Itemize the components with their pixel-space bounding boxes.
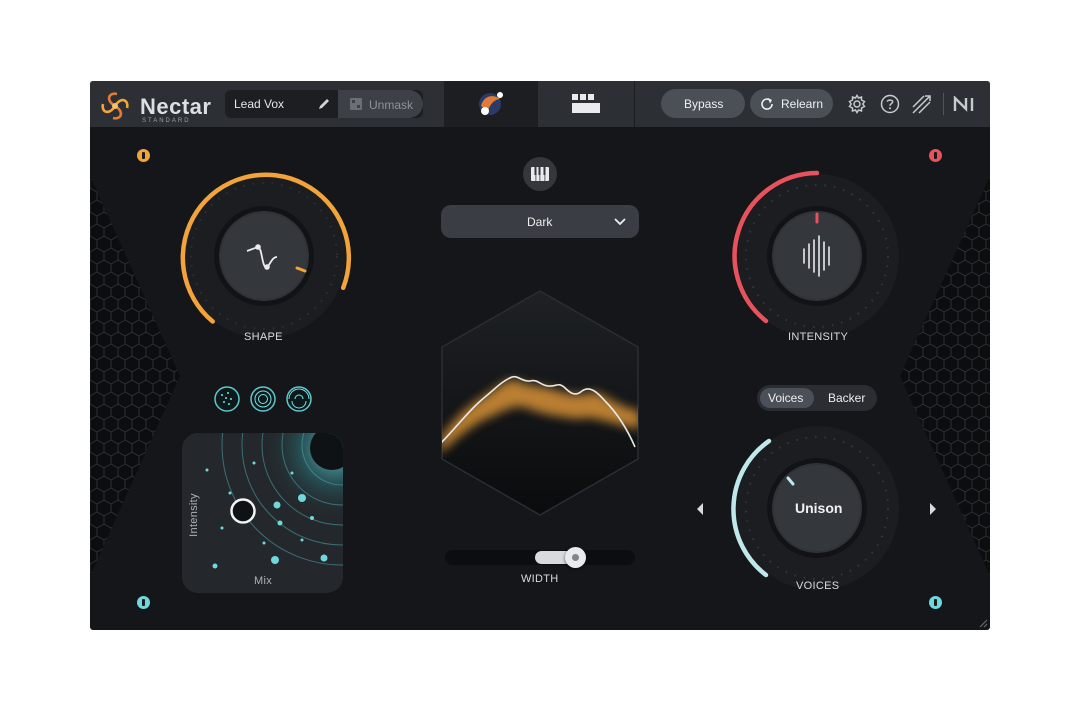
tab-mixer[interactable] xyxy=(537,81,635,127)
midi-icon[interactable] xyxy=(910,93,934,115)
unmask-icon xyxy=(350,98,362,110)
voices-label: VOICES xyxy=(796,580,840,592)
chevron-down-icon xyxy=(614,218,626,226)
refresh-icon xyxy=(761,98,773,110)
voices-value: Unison xyxy=(795,500,843,516)
app-name: Nectar xyxy=(140,94,212,119)
shape-meter-button[interactable] xyxy=(137,149,150,162)
intensity-meter-button[interactable] xyxy=(929,149,942,162)
ni-logo-icon[interactable] xyxy=(953,96,979,112)
xy-pad-visual xyxy=(182,433,343,593)
chevron-right-icon[interactable] xyxy=(928,502,938,516)
resize-grip-icon[interactable] xyxy=(978,618,988,628)
xy-x-label: Mix xyxy=(254,575,273,587)
preset-name[interactable]: Lead Vox xyxy=(234,97,284,111)
shape-label: SHAPE xyxy=(244,331,283,343)
shape-knob[interactable] xyxy=(169,161,359,351)
tab-main[interactable] xyxy=(444,81,537,127)
piano-icon[interactable] xyxy=(522,156,558,192)
app-edition: STANDARD xyxy=(142,118,191,124)
relearn-button[interactable]: Relearn xyxy=(750,89,833,118)
unmask-button[interactable]: Unmask xyxy=(338,90,423,118)
mix-meter-button[interactable] xyxy=(137,596,150,609)
preset-dot-1[interactable] xyxy=(213,385,241,413)
nectar-logo: Nectar STANDARD xyxy=(96,87,216,124)
unmask-label: Unmask xyxy=(369,98,414,112)
style-selected: Dark xyxy=(527,215,553,229)
mixer-grid-icon xyxy=(572,94,600,113)
intensity-knob[interactable] xyxy=(722,161,912,351)
question-icon[interactable] xyxy=(880,94,900,114)
tab-backer[interactable]: Backer xyxy=(828,391,865,405)
tab-voices[interactable]: Voices xyxy=(768,391,803,405)
bypass-button[interactable]: Bypass xyxy=(661,89,745,118)
output-meter-button[interactable] xyxy=(929,596,942,609)
intensity-label: INTENSITY xyxy=(788,331,849,343)
nectar-orb-icon xyxy=(479,92,503,115)
bypass-label: Bypass xyxy=(684,97,724,111)
spectrum-hexagon xyxy=(441,290,639,516)
preset-selector[interactable]: Lead Vox Unmask xyxy=(225,90,423,118)
chevron-left-icon[interactable] xyxy=(695,502,705,516)
width-slider-handle[interactable] xyxy=(565,547,586,568)
width-label: WIDTH xyxy=(521,573,559,585)
gear-icon[interactable] xyxy=(847,94,867,114)
pencil-icon[interactable] xyxy=(317,97,331,111)
nectar-plugin-window: Nectar STANDARD Lead Vox Unmask Bypass R… xyxy=(90,81,990,630)
toolbar-divider xyxy=(943,93,944,115)
voices-mode-toggle[interactable]: Voices Backer xyxy=(757,385,877,411)
top-bar: Nectar STANDARD Lead Vox Unmask Bypass R… xyxy=(90,81,990,127)
relearn-label: Relearn xyxy=(781,97,824,111)
nectar-flower-icon xyxy=(101,92,129,120)
xy-y-label: Intensity xyxy=(187,493,200,537)
xy-pad[interactable]: Mix Intensity xyxy=(182,433,343,593)
preset-dot-2[interactable] xyxy=(249,385,277,413)
style-dropdown[interactable]: Dark xyxy=(441,205,639,238)
preset-dot-3[interactable] xyxy=(285,385,313,413)
